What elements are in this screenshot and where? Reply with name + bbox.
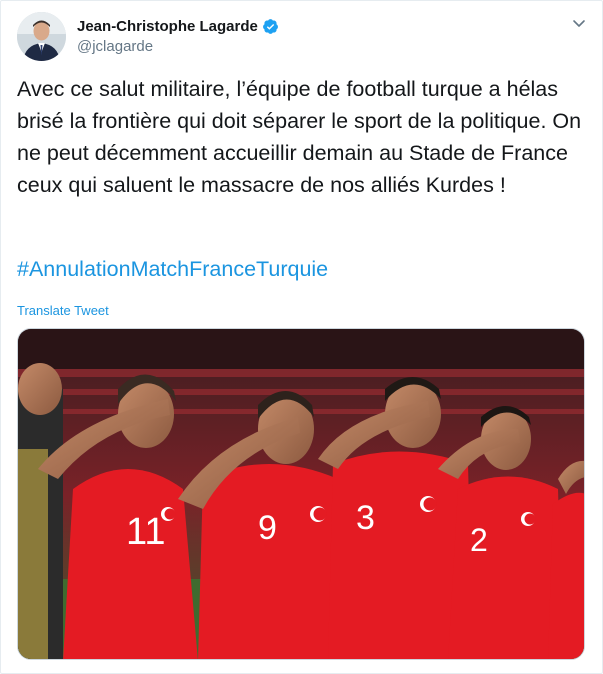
author-avatar[interactable]	[17, 12, 66, 61]
author-handle[interactable]: @jclagarde	[77, 38, 279, 55]
jersey-number-3: 3	[356, 499, 375, 537]
tweet-card: Jean-Christophe Lagarde @jclagarde Avec …	[0, 0, 603, 674]
jersey-number-9: 9	[258, 509, 277, 547]
jersey-number-11: 11	[126, 511, 165, 553]
author-display-name[interactable]: Jean-Christophe Lagarde	[77, 18, 258, 35]
team-salute-photo: 11 9 3 2	[18, 329, 584, 659]
jersey-number-2: 2	[470, 522, 488, 558]
author-block: Jean-Christophe Lagarde @jclagarde	[77, 16, 279, 55]
chevron-down-icon[interactable]	[571, 15, 587, 31]
name-row: Jean-Christophe Lagarde	[77, 16, 279, 36]
tweet-text: Avec ce salut militaire, l’équipe de foo…	[17, 77, 582, 197]
hashtag-link[interactable]: #AnnulationMatchFranceTurquie	[17, 253, 328, 285]
verified-badge-icon	[262, 18, 279, 35]
avatar-photo-icon	[17, 12, 66, 61]
translate-tweet-link[interactable]: Translate Tweet	[17, 303, 109, 318]
tweet-media-photo[interactable]: 11 9 3 2	[17, 328, 585, 660]
